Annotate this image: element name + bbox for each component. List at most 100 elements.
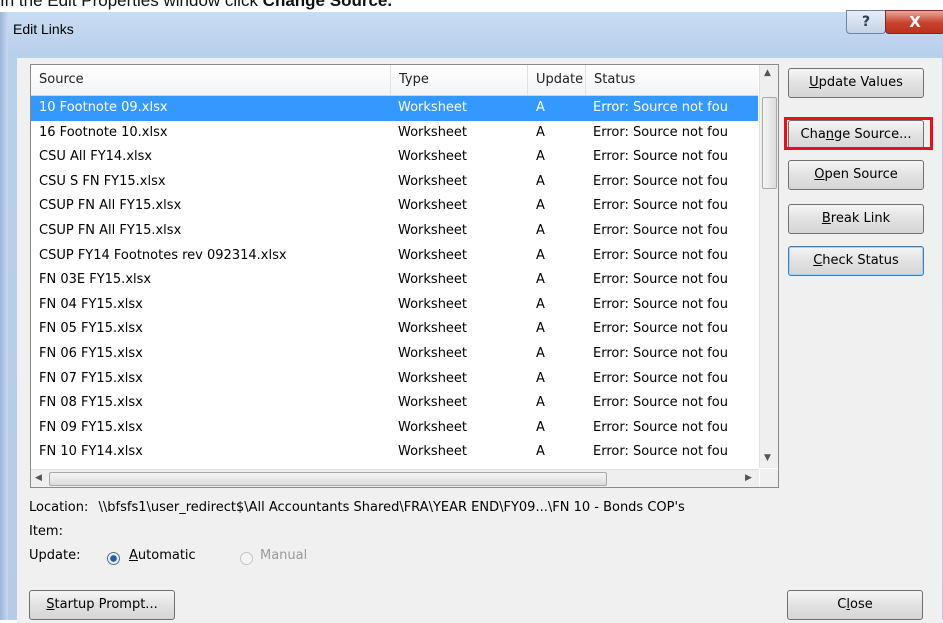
type-cell: Worksheet [398, 198, 468, 214]
status-cell: Error: Source not fou [593, 395, 728, 411]
source-cell: 16 Footnote 10.xlsx [39, 124, 168, 140]
edit-links-window: Edit Links ? X Source Type Update Status… [0, 10, 943, 623]
table-row[interactable]: FN 07 FY15.xlsx Worksheet A Error: Source n… [31, 367, 758, 392]
horizontal-scroll-thumb[interactable] [49, 472, 607, 486]
source-cell: FN 05 FY15.xlsx [39, 321, 143, 337]
vertical-scrollbar[interactable]: ▲ ▼ [759, 65, 778, 468]
change-source-highlight [784, 117, 933, 150]
open-source-button[interactable]: Open Source [788, 160, 924, 190]
source-cell: CSUP FN All FY15.xlsx [39, 198, 182, 214]
status-cell: Error: Source not fou [593, 444, 728, 460]
scroll-up-icon[interactable]: ▲ [764, 68, 771, 78]
header-update[interactable]: Update [528, 65, 586, 95]
table-row[interactable]: FN 08 FY15.xlsx Worksheet A Error: Source n… [31, 391, 758, 416]
status-cell: Error: Source not fou [593, 149, 728, 165]
startup-prompt-button[interactable]: Startup Prompt... [29, 590, 175, 620]
dialog-client-area: Source Type Update Status 10 Footnote 09… [17, 58, 942, 623]
update-cell: A [536, 222, 545, 238]
table-row[interactable]: FN 06 FY15.xlsx Worksheet A Error: Source n… [31, 342, 758, 367]
check-status-button[interactable]: Check Status [788, 246, 924, 276]
type-cell: Worksheet [398, 272, 468, 288]
status-cell: Error: Source not fou [593, 100, 728, 115]
type-cell: Worksheet [398, 321, 468, 337]
break-link-button[interactable]: Break Link [788, 204, 924, 234]
window-close-button[interactable]: X [885, 10, 943, 34]
table-row[interactable]: CSU S FN FY15.xlsx Worksheet A Error: Sourc… [31, 170, 758, 195]
table-row[interactable]: CSUP FY14 Footnotes rev 092314.xlsx Works… [31, 244, 758, 269]
automatic-radio-label[interactable]: Automatic [129, 548, 196, 563]
scroll-left-icon[interactable]: ◀ [35, 473, 42, 483]
source-cell: CSUP FY14 Footnotes rev 092314.xlsx [39, 247, 287, 263]
update-cell: A [536, 247, 545, 263]
header-status[interactable]: Status [586, 65, 758, 95]
automatic-radio[interactable] [107, 552, 120, 565]
table-row[interactable]: CSUP FN All FY15.xlsx Worksheet A Error: So… [31, 219, 758, 244]
update-cell: A [536, 149, 545, 165]
update-values-button[interactable]: Update Values [788, 68, 924, 98]
status-cell: Error: Source not fou [593, 296, 728, 312]
status-cell: Error: Source not fou [593, 370, 728, 386]
source-cell: FN 04 FY15.xlsx [39, 296, 143, 312]
item-label: Item: [29, 524, 63, 539]
type-cell: Worksheet [398, 444, 468, 460]
table-row[interactable]: FN 10 FY14.xlsx Worksheet A Error: Source n… [31, 440, 758, 465]
manual-radio-label[interactable]: Manual [260, 548, 307, 563]
table-row[interactable]: CSU All FY14.xlsx Worksheet A Error: Source… [31, 145, 758, 170]
update-cell: A [536, 296, 545, 312]
type-cell: Worksheet [398, 345, 468, 361]
list-rows: 10 Footnote 09.xlsx Worksheet A Error: Sour… [31, 96, 758, 465]
type-cell: Worksheet [398, 296, 468, 312]
type-cell: Worksheet [398, 149, 468, 165]
table-row[interactable]: 10 Footnote 09.xlsx Worksheet A Error: Sour… [31, 96, 758, 121]
update-cell: A [536, 395, 545, 411]
table-row[interactable]: FN 05 FY15.xlsx Worksheet A Error: Source n… [31, 317, 758, 342]
update-label: Update: [29, 548, 81, 563]
table-row[interactable]: FN 09 FY15.xlsx Worksheet A Error: Source n… [31, 416, 758, 441]
status-cell: Error: Source not fou [593, 247, 728, 263]
close-button[interactable]: Close [787, 590, 923, 620]
status-cell: Error: Source not fou [593, 272, 728, 288]
scroll-down-icon[interactable]: ▼ [764, 453, 771, 463]
close-icon: X [909, 13, 921, 31]
update-cell: A [536, 198, 545, 214]
source-cell: FN 08 FY15.xlsx [39, 395, 143, 411]
update-cell: A [536, 124, 545, 140]
links-list[interactable]: Source Type Update Status 10 Footnote 09… [30, 64, 779, 488]
table-row[interactable]: CSUP FN All FY15.xlsx Worksheet A Error: So… [31, 194, 758, 219]
window-left-border [0, 12, 8, 620]
type-cell: Worksheet [398, 419, 468, 435]
update-cell: A [536, 100, 545, 115]
horizontal-scrollbar[interactable]: ◀ ▶ [31, 469, 759, 487]
status-cell: Error: Source not fou [593, 124, 728, 140]
source-cell: 10 Footnote 09.xlsx [39, 100, 168, 115]
scroll-corner [760, 469, 778, 487]
table-row[interactable]: 16 Footnote 10.xlsx Worksheet A Error: Sour… [31, 121, 758, 146]
vertical-scroll-thumb[interactable] [762, 97, 777, 189]
table-row[interactable]: FN 03E FY15.xlsx Worksheet A Error: Source … [31, 268, 758, 293]
header-type[interactable]: Type [391, 65, 528, 95]
location-value: \\bfsfs1\user_redirect$\All Accountants … [98, 500, 685, 515]
source-cell: CSU S FN FY15.xlsx [39, 173, 166, 189]
type-cell: Worksheet [398, 222, 468, 238]
source-cell: FN 07 FY15.xlsx [39, 370, 143, 386]
scroll-right-icon[interactable]: ▶ [745, 473, 752, 483]
status-cell: Error: Source not fou [593, 419, 728, 435]
source-cell: CSU All FY14.xlsx [39, 149, 153, 165]
manual-radio[interactable] [240, 552, 253, 565]
help-button[interactable]: ? [846, 10, 886, 34]
header-source[interactable]: Source [31, 65, 391, 95]
status-cell: Error: Source not fou [593, 222, 728, 238]
table-row[interactable]: FN 04 FY15.xlsx Worksheet A Error: Source n… [31, 293, 758, 318]
instruction-emphasis: Change Source. [262, 0, 393, 10]
type-cell: Worksheet [398, 173, 468, 189]
update-cell: A [536, 345, 545, 361]
update-cell: A [536, 444, 545, 460]
source-cell: FN 06 FY15.xlsx [39, 345, 143, 361]
update-cell: A [536, 173, 545, 189]
status-cell: Error: Source not fou [593, 198, 728, 214]
window-title: Edit Links [13, 21, 74, 37]
source-cell: FN 10 FY14.xlsx [39, 444, 143, 460]
status-cell: Error: Source not fou [593, 321, 728, 337]
help-icon: ? [861, 14, 871, 30]
source-cell: CSUP FN All FY15.xlsx [39, 222, 182, 238]
